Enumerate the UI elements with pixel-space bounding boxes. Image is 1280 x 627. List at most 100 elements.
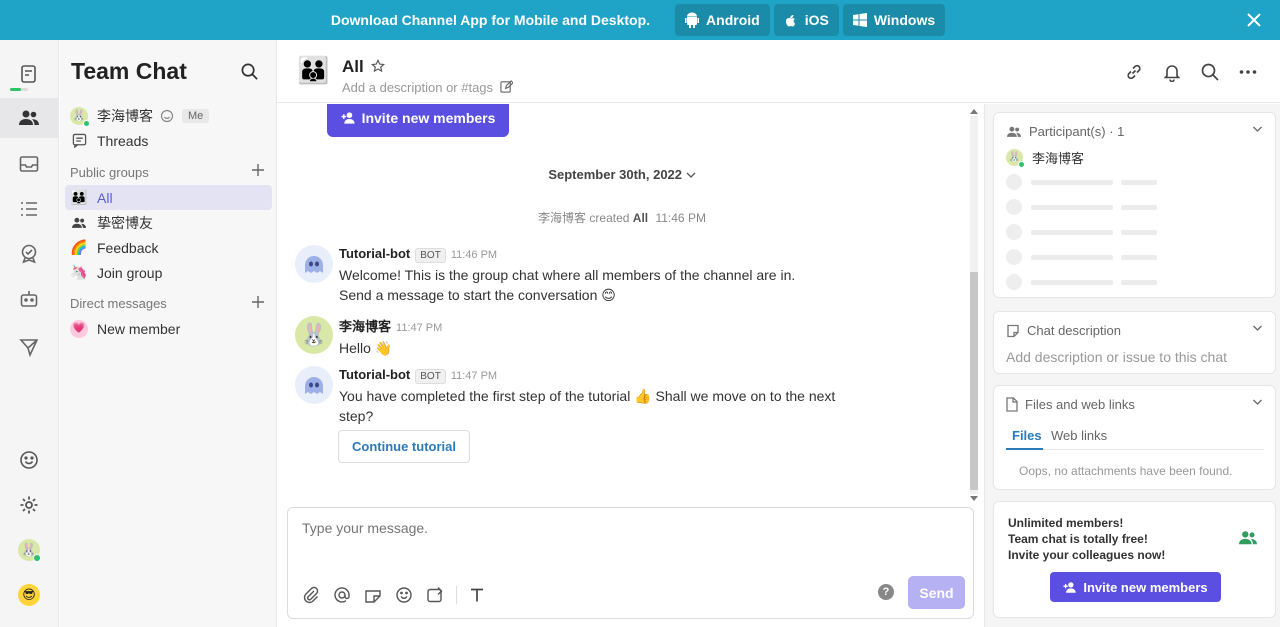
search-icon[interactable] xyxy=(1200,62,1220,82)
me-badge: Me xyxy=(182,108,210,123)
rail-tasks[interactable] xyxy=(9,189,49,229)
add-user-icon xyxy=(341,111,355,124)
chevron-down-icon[interactable] xyxy=(1252,125,1263,133)
rail-profile[interactable]: 🐰 xyxy=(9,530,49,570)
sender-name[interactable]: Tutorial-bot xyxy=(339,246,410,261)
apple-icon xyxy=(785,15,795,27)
chat-description-header[interactable]: Chat description xyxy=(1006,323,1121,338)
rail-support[interactable] xyxy=(9,440,49,480)
paper-plane-icon xyxy=(19,339,39,357)
message-composer: ? Send xyxy=(287,507,974,619)
sidebar-item-feedback[interactable]: 🌈 Feedback xyxy=(65,235,272,260)
more-icon[interactable] xyxy=(1238,62,1258,82)
add-group-icon[interactable] xyxy=(251,163,265,177)
sidebar-item-group[interactable]: 挚密博友 xyxy=(65,210,272,235)
date-divider[interactable]: September 30th, 2022 xyxy=(277,167,967,182)
send-button[interactable]: Send xyxy=(908,576,965,609)
message-time: 11:47 PM xyxy=(450,370,498,382)
sidebar-item-label: 李海博客 xyxy=(97,107,153,124)
attachment-icon[interactable] xyxy=(302,586,320,604)
android-download-button[interactable]: Android xyxy=(675,4,770,36)
sidebar-item-threads[interactable]: Threads xyxy=(65,128,272,153)
chevron-down-icon[interactable] xyxy=(1252,324,1263,332)
tab-files[interactable]: Files xyxy=(1006,428,1043,450)
sidebar-item-join-group[interactable]: 🦄 Join group xyxy=(65,260,272,285)
sidebar-item-label: 挚密博友 xyxy=(97,214,153,231)
sender-name[interactable]: Tutorial-bot xyxy=(339,367,410,382)
sidebar-item-all[interactable]: 👪 All xyxy=(65,185,272,210)
chat-scrollbar[interactable] xyxy=(967,104,981,506)
unicorn-icon: 🦄 xyxy=(70,264,88,280)
sidebar-item-label: New member xyxy=(97,320,181,337)
emoji-icon[interactable] xyxy=(395,586,413,604)
tab-web-links[interactable]: Web links xyxy=(1051,428,1107,450)
list-icon xyxy=(21,202,37,216)
bot-avatar[interactable] xyxy=(295,366,333,404)
user-avatar[interactable]: 🐰 xyxy=(295,316,333,354)
participants-header[interactable]: Participant(s) · 1 xyxy=(1006,124,1124,139)
rail-send[interactable] xyxy=(9,327,49,367)
chat-title: All xyxy=(342,57,364,76)
add-dm-icon[interactable] xyxy=(251,295,265,309)
rail-settings[interactable] xyxy=(9,485,49,525)
chat-header: 👪 All Add a description or #tags xyxy=(277,40,1280,103)
rail-bots[interactable] xyxy=(9,279,49,319)
edit-icon[interactable] xyxy=(500,80,513,93)
chat-description-placeholder[interactable]: Add description or issue to this chat xyxy=(1006,349,1227,365)
sender-name[interactable]: 李海博客 xyxy=(339,316,391,335)
sidebar-title: Team Chat xyxy=(71,58,187,84)
invite-members-button[interactable]: Invite new members xyxy=(327,104,509,137)
scroll-thumb[interactable] xyxy=(970,272,978,490)
android-label: Android xyxy=(706,12,760,28)
file-icon xyxy=(1006,397,1018,412)
participant-row[interactable]: 🐰 李海博客 xyxy=(1006,148,1084,168)
chat-description-card: Chat description Add description or issu… xyxy=(993,311,1276,374)
message-text: Welcome! This is the group chat where al… xyxy=(339,265,879,305)
continue-tutorial-button[interactable]: Continue tutorial xyxy=(338,430,470,463)
shortcut-icon[interactable] xyxy=(426,586,444,604)
close-icon[interactable] xyxy=(1244,10,1264,30)
chevron-down-icon[interactable] xyxy=(1252,398,1263,406)
files-header[interactable]: Files and web links xyxy=(1006,397,1135,412)
note-icon xyxy=(1007,324,1019,337)
scroll-down-icon[interactable] xyxy=(970,496,978,502)
rail-workspace[interactable]: 😎 xyxy=(9,575,49,615)
link-icon[interactable] xyxy=(1124,62,1144,82)
sidebar-item-me[interactable]: 🐰 李海博客 Me xyxy=(65,103,272,128)
tab-label: Files xyxy=(1012,428,1042,443)
direct-messages-heading: Direct messages xyxy=(70,296,167,311)
mention-icon[interactable] xyxy=(333,586,351,604)
message-text: Hello 👋 xyxy=(339,340,393,356)
text-format-icon[interactable] xyxy=(468,586,486,604)
bell-icon[interactable] xyxy=(1162,62,1182,82)
badge-check-icon xyxy=(21,244,37,264)
message-input[interactable] xyxy=(302,520,902,536)
bot-avatar[interactable] xyxy=(295,245,333,283)
chat-description-placeholder[interactable]: Add a description or #tags xyxy=(342,80,493,95)
star-icon[interactable] xyxy=(371,59,385,73)
inbox-icon xyxy=(19,156,39,172)
invite-members-button[interactable]: Invite new members xyxy=(1050,572,1221,602)
rail-team-chat[interactable] xyxy=(0,98,58,138)
status-icon[interactable] xyxy=(160,109,174,123)
promo-line: Unlimited members! xyxy=(1008,516,1124,530)
search-icon[interactable] xyxy=(240,62,259,81)
public-groups-heading: Public groups xyxy=(70,165,149,180)
rail-inbox[interactable] xyxy=(9,144,49,184)
system-target: All xyxy=(632,211,649,225)
loading-placeholder xyxy=(1006,174,1157,190)
loading-placeholder xyxy=(1006,224,1157,240)
windows-download-button[interactable]: Windows xyxy=(842,4,946,36)
ios-download-button[interactable]: iOS xyxy=(773,4,839,36)
help-icon[interactable]: ? xyxy=(878,584,894,600)
rail-checkin[interactable] xyxy=(9,234,49,274)
ios-label: iOS xyxy=(804,12,829,28)
loading-placeholder xyxy=(1006,199,1157,215)
sidebar-item-new-member[interactable]: 💗 New member xyxy=(65,316,272,341)
message-time: 11:46 PM xyxy=(450,249,498,261)
scroll-up-icon[interactable] xyxy=(970,108,978,114)
sticker-icon[interactable] xyxy=(364,586,382,604)
sidebar-item-label: Join group xyxy=(97,264,163,281)
system-message: 李海博客 created All 11:46 PM xyxy=(277,209,967,226)
rainbow-icon: 🌈 xyxy=(70,239,88,255)
